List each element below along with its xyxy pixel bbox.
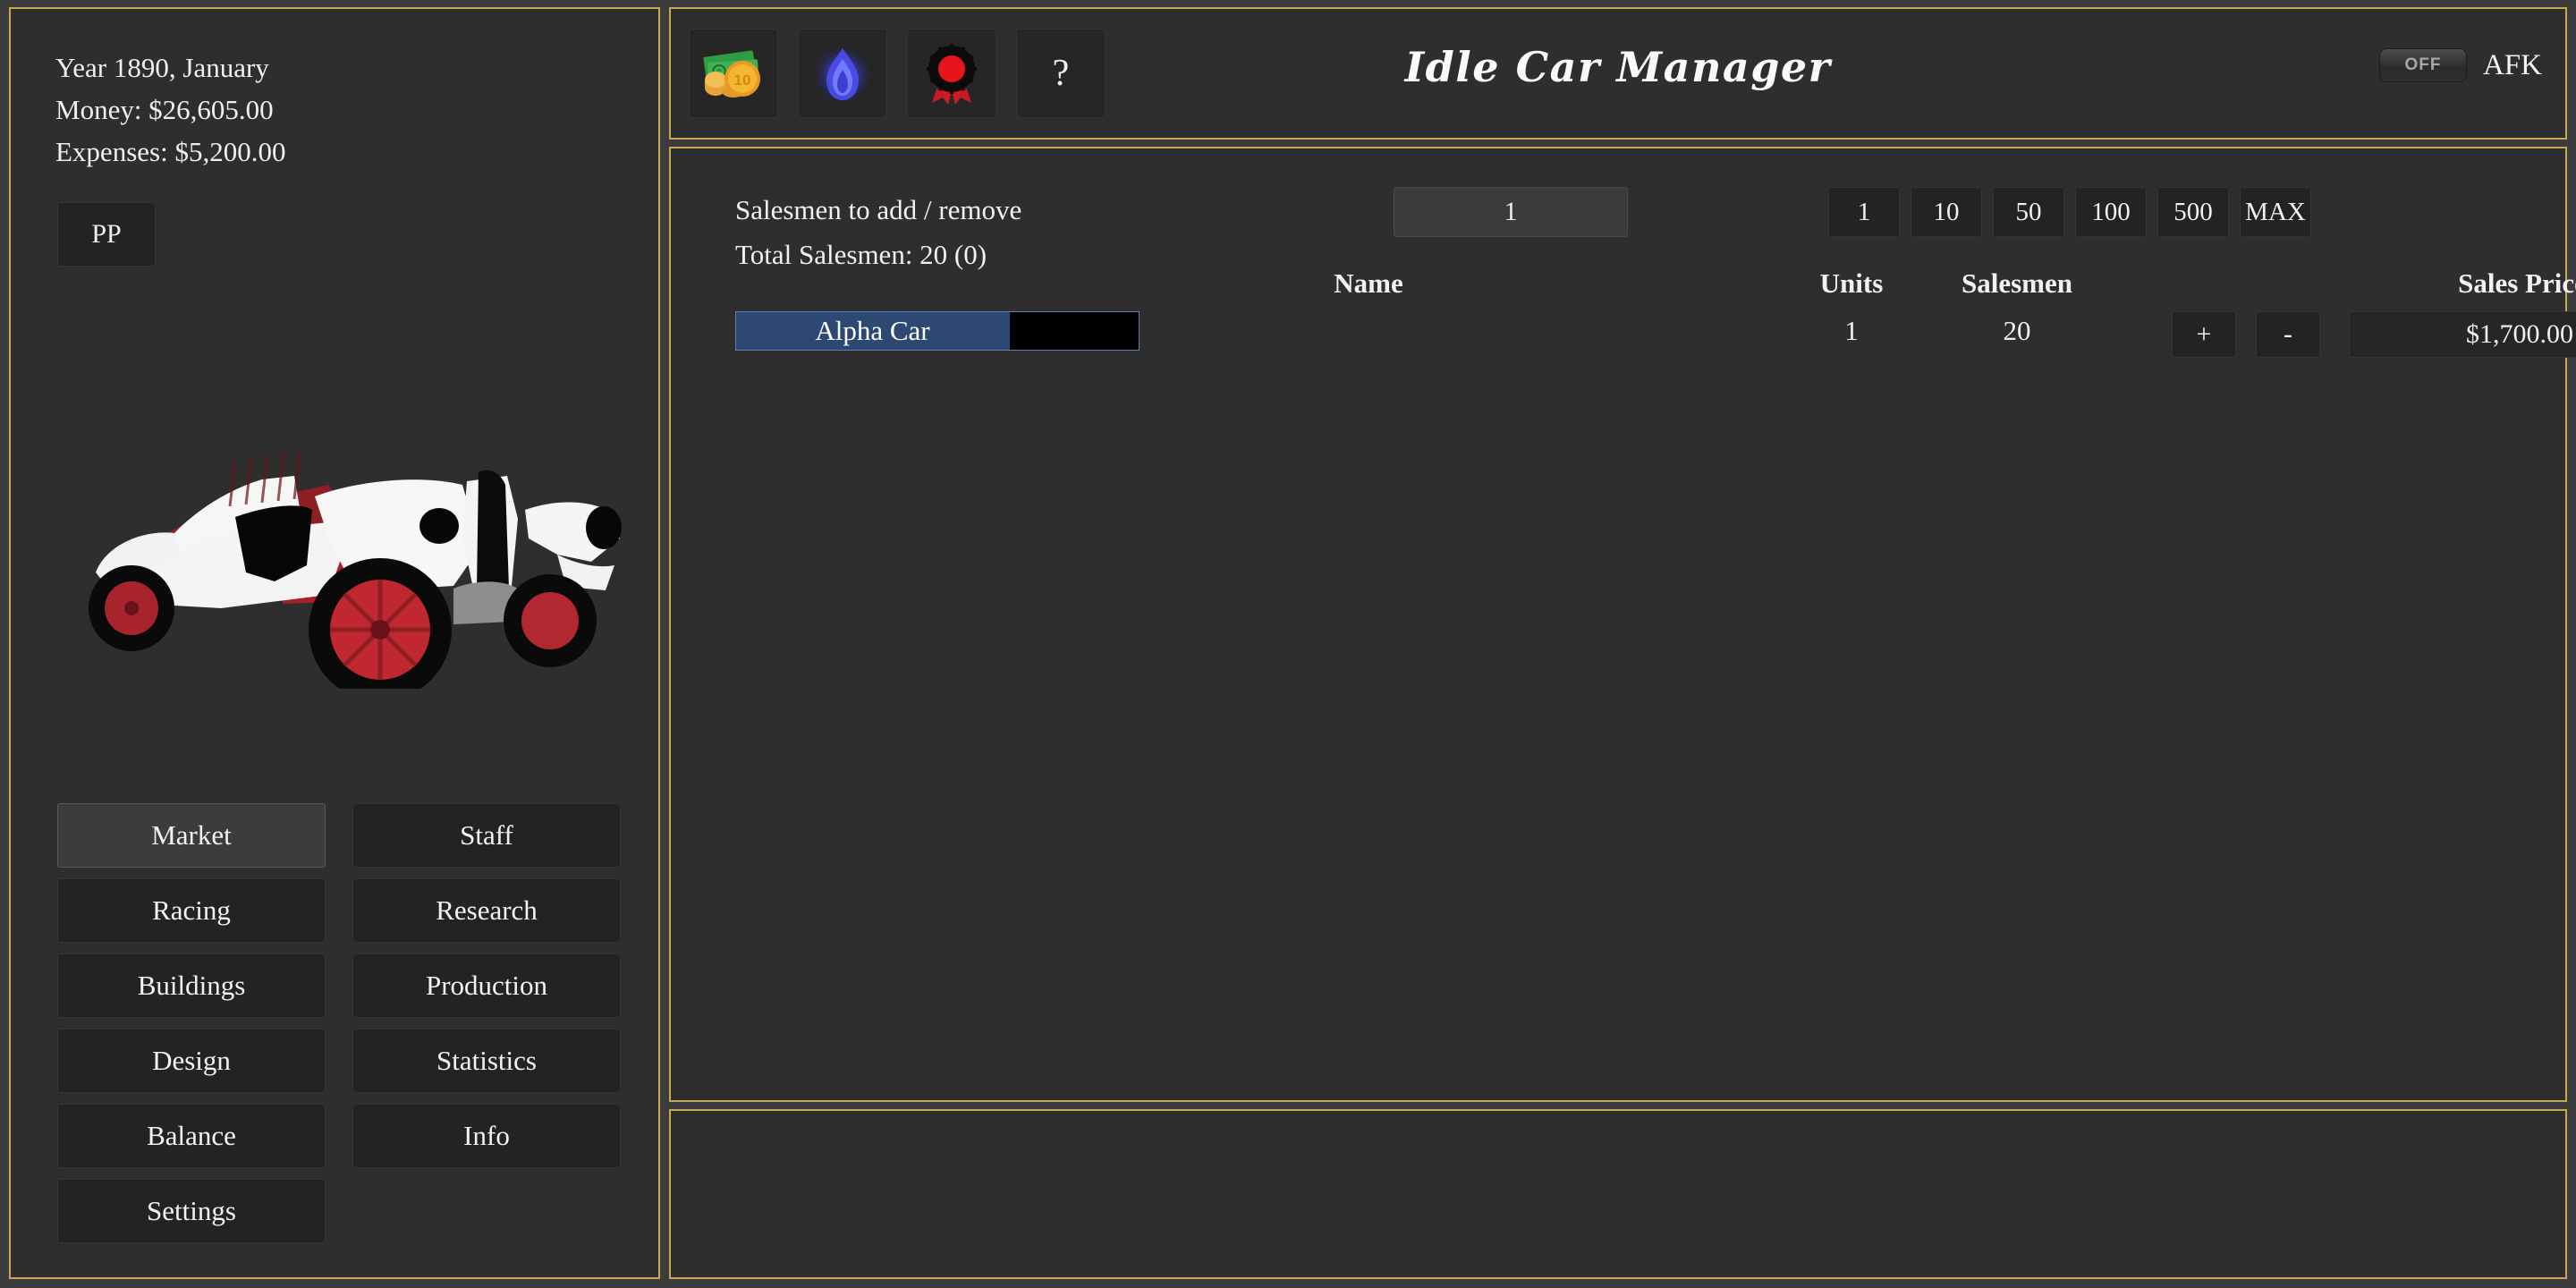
- increase-price-button[interactable]: +: [2172, 311, 2236, 358]
- market-content-panel: Salesmen to add / remove Total Salesmen:…: [669, 147, 2576, 1102]
- car-name-label: Alpha Car: [815, 315, 930, 346]
- date-text: Year 1890, January: [55, 52, 269, 83]
- cell-units: 1: [1844, 315, 1859, 346]
- sidebar-panel: Year 1890, January Money: $26,605.00 Exp…: [9, 7, 660, 1279]
- car-name-progress-cell[interactable]: Alpha Car: [735, 311, 1140, 351]
- total-salesmen-label: Total Salesmen: 20 (0): [735, 239, 987, 270]
- decrease-price-button[interactable]: -: [2256, 311, 2320, 358]
- cell-salesmen: 20: [2003, 315, 2031, 346]
- afk-control: OFF AFK: [2378, 48, 2542, 82]
- sidebar-item-staff[interactable]: Staff: [352, 803, 621, 868]
- salesmen-add-remove-label: Salesmen to add / remove: [735, 194, 1022, 225]
- quantity-preset-group: 1 10 50 100 500 MAX: [1828, 187, 2311, 237]
- footer-panel: [669, 1109, 2567, 1279]
- sidebar-item-design[interactable]: Design: [57, 1029, 326, 1093]
- afk-toggle-state: OFF: [2404, 55, 2442, 74]
- status-block: Year 1890, January Money: $26,605.00 Exp…: [55, 47, 285, 173]
- column-header-sales-price: Sales Price: [2458, 267, 2576, 299]
- vintage-car-illustration: [89, 452, 622, 689]
- sidebar-item-info[interactable]: Info: [352, 1104, 621, 1168]
- column-header-salesmen: Salesmen: [1962, 267, 2072, 299]
- quantity-preset-10[interactable]: 10: [1911, 187, 1982, 237]
- header-panel: $ 10: [669, 7, 2567, 140]
- sales-price-value[interactable]: $1,700.00: [2349, 311, 2576, 358]
- afk-label: AFK: [2482, 48, 2542, 81]
- column-header-name: Name: [1334, 267, 1403, 299]
- sidebar-item-market[interactable]: Market: [57, 803, 326, 868]
- sidebar-item-settings[interactable]: Settings: [57, 1179, 326, 1243]
- sidebar-item-production[interactable]: Production: [352, 953, 621, 1018]
- sidebar-item-buildings[interactable]: Buildings: [57, 953, 326, 1018]
- sidebar-item-racing[interactable]: Racing: [57, 878, 326, 943]
- quantity-preset-50[interactable]: 50: [1993, 187, 2064, 237]
- sidebar-item-balance[interactable]: Balance: [57, 1104, 326, 1168]
- expenses-text: Expenses: $5,200.00: [55, 136, 286, 168]
- quantity-preset-max[interactable]: MAX: [2240, 187, 2311, 237]
- page-title: Idle Car Manager: [1404, 43, 1832, 91]
- table-row: Alpha Car 1 20 + - $1,700.00 Ads Info: [671, 311, 2576, 377]
- sidebar-menu: Market Staff Racing Research Buildings P…: [57, 803, 630, 1243]
- sidebar-item-statistics[interactable]: Statistics: [352, 1029, 621, 1093]
- sidebar-item-research[interactable]: Research: [352, 878, 621, 943]
- column-header-units: Units: [1819, 267, 1884, 299]
- afk-toggle[interactable]: OFF: [2378, 48, 2467, 82]
- quantity-preset-1[interactable]: 1: [1828, 187, 1900, 237]
- quantity-preset-500[interactable]: 500: [2157, 187, 2229, 237]
- game-window: Year 1890, January Money: $26,605.00 Exp…: [0, 0, 2576, 1288]
- quantity-preset-100[interactable]: 100: [2075, 187, 2147, 237]
- quantity-input[interactable]: 1: [1394, 187, 1628, 237]
- money-text: Money: $26,605.00: [55, 94, 274, 126]
- pp-button[interactable]: PP: [57, 202, 156, 267]
